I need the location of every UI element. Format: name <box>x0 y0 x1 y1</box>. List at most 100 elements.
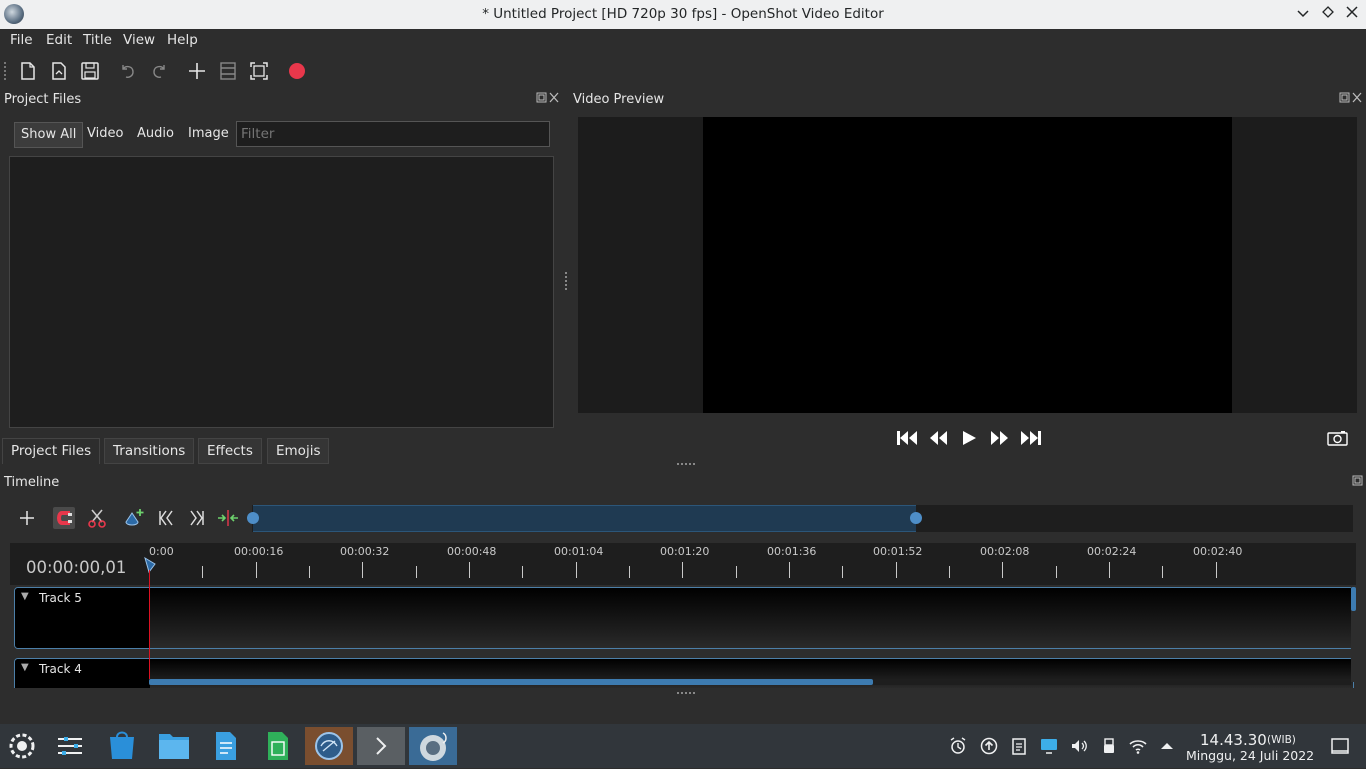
ruler-tick <box>416 566 417 578</box>
rewind-icon[interactable] <box>927 428 951 448</box>
previous-marker-icon[interactable] <box>155 507 177 529</box>
screenshot-camera-icon[interactable] <box>1326 428 1350 448</box>
razor-scissors-icon[interactable] <box>86 507 108 529</box>
snapping-magnet-icon[interactable] <box>53 507 75 529</box>
usb-device-icon[interactable] <box>1099 736 1119 756</box>
new-project-icon[interactable] <box>17 60 39 82</box>
ruler-tick <box>522 566 523 578</box>
filter-video[interactable]: Video <box>81 122 129 148</box>
tab-project-files[interactable]: Project Files <box>2 438 101 464</box>
ruler-label: 00:00:48 <box>447 545 497 558</box>
show-desktop-icon[interactable] <box>1330 736 1350 756</box>
next-marker-icon[interactable] <box>186 507 208 529</box>
minimize-button[interactable] <box>1293 4 1313 24</box>
toolbar-grip[interactable] <box>4 62 8 80</box>
ruler-tick <box>576 562 577 578</box>
menu-file[interactable]: File <box>10 32 33 48</box>
fullscreen-icon[interactable] <box>248 60 270 82</box>
center-timeline-icon[interactable] <box>217 507 239 529</box>
import-files-icon[interactable] <box>186 60 208 82</box>
redo-icon[interactable] <box>148 60 170 82</box>
video-preview-canvas[interactable] <box>703 117 1232 413</box>
profile-icon[interactable] <box>217 60 239 82</box>
track-row[interactable]: ▼ Track 5 <box>14 587 1354 649</box>
zoom-handle-right[interactable] <box>910 512 922 524</box>
filter-audio[interactable]: Audio <box>131 122 180 148</box>
track-name: Track 4 <box>39 662 82 676</box>
fast-forward-icon[interactable] <box>988 428 1012 448</box>
menu-edit[interactable]: Edit <box>46 32 72 48</box>
project-files-list[interactable] <box>9 156 554 428</box>
browser-icon[interactable] <box>305 727 353 765</box>
save-project-icon[interactable] <box>79 60 101 82</box>
jump-end-icon[interactable] <box>1019 428 1043 448</box>
clock-timezone: (WIB) <box>1267 734 1296 746</box>
update-notifier-icon[interactable] <box>979 736 999 756</box>
track-header[interactable]: ▼ Track 4 <box>15 659 150 688</box>
spreadsheet-icon[interactable] <box>254 727 302 765</box>
track-body[interactable] <box>150 588 1353 648</box>
file-manager-icon[interactable] <box>150 727 198 765</box>
tab-emojis[interactable]: Emojis <box>267 438 330 464</box>
tray-expand-icon[interactable] <box>1157 736 1177 756</box>
add-track-icon[interactable] <box>16 507 38 529</box>
export-video-icon[interactable] <box>286 60 308 82</box>
track-name: Track 5 <box>39 591 82 605</box>
project-files-dock-buttons[interactable] <box>536 92 560 107</box>
tab-effects[interactable]: Effects <box>198 438 262 464</box>
playhead-line <box>149 570 150 685</box>
jump-start-icon[interactable] <box>895 428 919 448</box>
ruler-tick <box>1109 562 1110 578</box>
alarm-clock-icon[interactable] <box>948 736 968 756</box>
system-settings-icon[interactable] <box>46 727 94 765</box>
wifi-icon[interactable] <box>1128 736 1148 756</box>
ruler-tick <box>309 566 310 578</box>
ruler-tick <box>842 566 843 578</box>
text-editor-icon[interactable] <box>202 727 250 765</box>
ruler-tick <box>1162 566 1163 578</box>
menu-view[interactable]: View <box>123 32 155 48</box>
timeline-horizontal-scroll-thumb[interactable] <box>149 679 873 685</box>
undo-icon[interactable] <box>117 60 139 82</box>
close-button[interactable] <box>1342 4 1362 24</box>
playhead-handle[interactable] <box>143 556 157 574</box>
ruler-tick <box>629 566 630 578</box>
play-icon[interactable] <box>957 428 981 448</box>
ruler-tick <box>682 562 683 578</box>
timeline-vertical-scroll-thumb[interactable] <box>1351 587 1356 611</box>
filter-show-all[interactable]: Show All <box>14 122 84 148</box>
kde-connect-icon[interactable] <box>1039 736 1059 756</box>
ruler-tick <box>1216 562 1217 578</box>
chevron-down-icon[interactable]: ▼ <box>21 591 29 602</box>
open-project-icon[interactable] <box>48 60 70 82</box>
panel-splitter-horizontal[interactable] <box>677 463 695 466</box>
video-preview-title: Video Preview <box>573 92 665 107</box>
panel-splitter-vertical[interactable] <box>565 272 568 290</box>
timeline-zoom-range[interactable] <box>253 505 916 532</box>
filter-image[interactable]: Image <box>182 122 235 148</box>
menu-title[interactable]: Title <box>83 32 112 48</box>
volume-icon[interactable] <box>1069 736 1089 756</box>
discover-store-icon[interactable] <box>98 727 146 765</box>
video-preview-dock-buttons[interactable] <box>1339 92 1363 107</box>
clipboard-icon[interactable] <box>1009 736 1029 756</box>
tab-transitions[interactable]: Transitions <box>104 438 195 464</box>
chevron-down-icon[interactable]: ▼ <box>21 662 29 673</box>
ruler-label: 00:00:32 <box>340 545 390 558</box>
menu-help[interactable]: Help <box>167 32 198 48</box>
maximize-button[interactable] <box>1318 4 1338 24</box>
clock-time[interactable]: 14.43.30 <box>1200 731 1267 749</box>
ruler-label: 00:02:40 <box>1193 545 1243 558</box>
terminal-icon[interactable] <box>357 727 405 765</box>
bottom-splitter[interactable] <box>677 692 695 695</box>
clock-date[interactable]: Minggu, 24 Juli 2022 <box>1186 748 1314 763</box>
timeline-title: Timeline <box>4 475 60 490</box>
openshot-taskbar-icon[interactable] <box>409 727 457 765</box>
add-marker-icon[interactable] <box>123 507 145 529</box>
timeline-dock-button[interactable] <box>1352 475 1364 490</box>
filter-input[interactable] <box>236 121 550 147</box>
ruler-tick <box>896 562 897 578</box>
zoom-handle-left[interactable] <box>247 512 259 524</box>
track-header[interactable]: ▼ Track 5 <box>15 588 150 648</box>
application-launcher-icon[interactable] <box>0 727 48 765</box>
